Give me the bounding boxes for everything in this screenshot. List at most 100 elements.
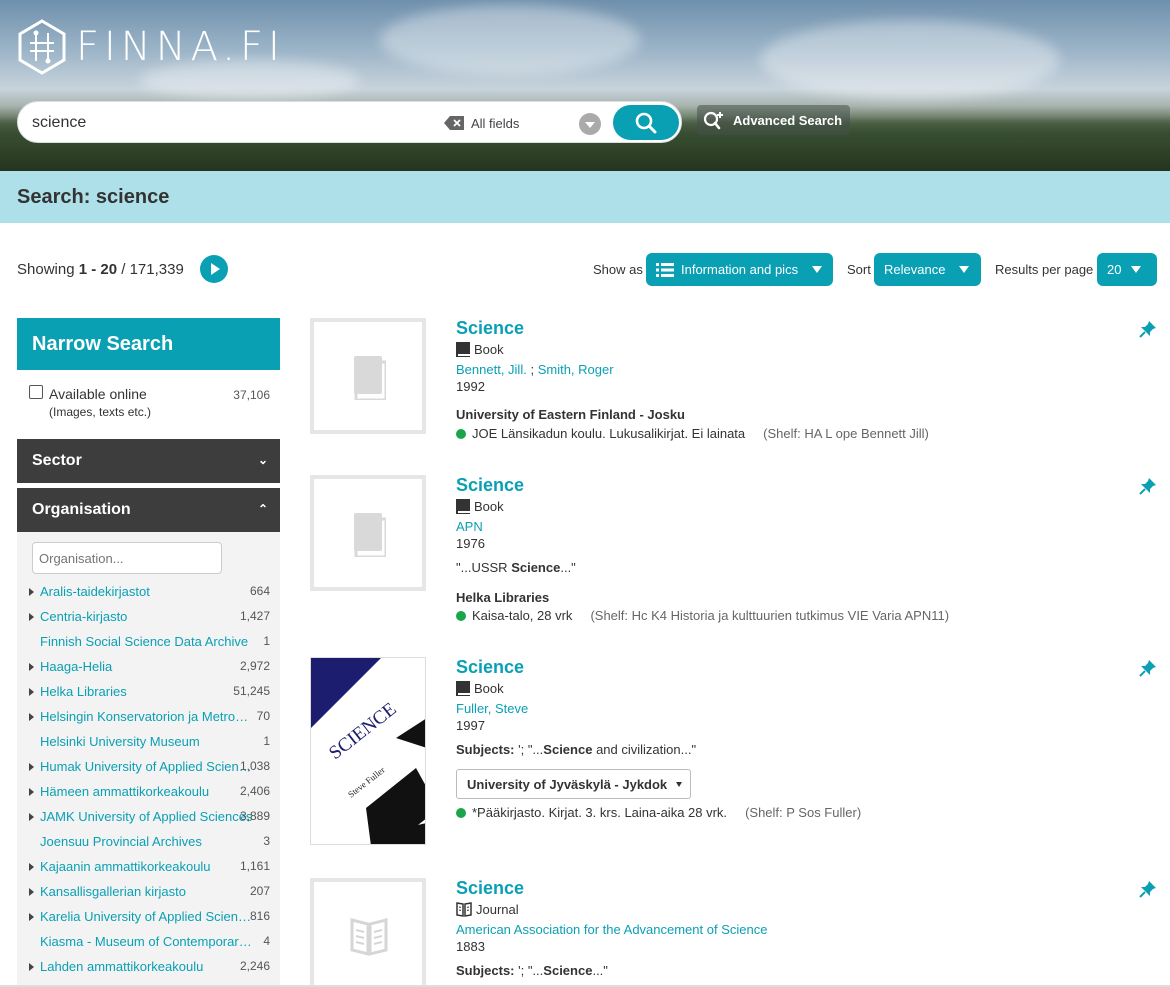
organisation-facet-item[interactable]: Kajaanin ammattikorkeakoulu 1,161 [17,859,280,884]
snippet-text: ..." [560,560,576,575]
organisation-facet-name[interactable]: Kiasma - Museum of Contemporary Art [40,934,254,949]
expand-arrow-icon[interactable] [29,863,34,871]
organisation-select[interactable]: University of Jyväskylä - Jykdok [456,769,691,799]
organisation-facet-item[interactable]: JAMK University of Applied Sciences 3,889 [17,809,280,834]
organisation-facet-name[interactable]: Helsingin Konservatorion ja Metropolia [40,709,254,724]
organisation-facet-name[interactable]: Joensuu Provincial Archives [40,834,254,849]
available-status-icon [456,429,466,439]
pin-icon[interactable] [1139,320,1157,338]
author-link[interactable]: Bennett, Jill. [456,362,527,377]
expand-arrow-icon[interactable] [29,813,34,821]
organisation-facet-name[interactable]: Humak University of Applied Sciences [40,759,254,774]
organisation-facet-name[interactable]: Hämeen ammattikorkeakoulu [40,784,254,799]
expand-arrow-icon[interactable] [29,788,34,796]
pin-icon[interactable] [1139,659,1157,677]
organisation-facet-item[interactable]: Helsinki University Museum 1 [17,734,280,759]
result-title[interactable]: Science [456,475,524,496]
result-year: 1992 [456,379,485,394]
organisation-facet-item[interactable]: Kiasma - Museum of Contemporary Art 4 [17,934,280,959]
snippet-highlight: Science [511,560,561,575]
search-box: All fields [17,101,682,143]
result-title[interactable]: Science [456,878,524,899]
organisation-facet-item[interactable]: Lahden ammattikorkeakoulu 2,246 [17,959,280,984]
organisation-facet-count: 664 [249,584,270,598]
organisation-facet-item[interactable]: Helsingin Konservatorion ja Metropolia 70 [17,709,280,734]
organisation-facet-name[interactable]: Haaga-Helia [40,659,254,674]
organisation-facet-name[interactable]: Helsinki University Museum [40,734,254,749]
organisation-facet-name[interactable]: Helka Libraries [40,684,254,699]
results-range: 1 - 20 [78,261,118,278]
result-location: *Pääkirjasto. Kirjat. 3. krs. Laina-aika… [456,805,861,820]
chevron-down-icon[interactable] [579,113,601,135]
organisation-facet-name[interactable]: JAMK University of Applied Sciences [40,809,254,824]
organisation-facet-item[interactable]: Haaga-Helia 2,972 [17,659,280,684]
expand-arrow-icon[interactable] [29,688,34,696]
organisation-facet-item[interactable]: Finnish Social Science Data Archive 1 [17,634,280,659]
organisation-facet-item[interactable]: Centria-kirjasto 1,427 [17,609,280,634]
book-icon [456,342,470,357]
expand-arrow-icon[interactable] [29,963,34,971]
per-page-label: Results per page [995,262,1094,277]
advanced-search-link[interactable]: Advanced Search [697,105,851,135]
book-placeholder-icon [354,513,386,557]
expand-arrow-icon[interactable] [29,613,34,621]
organisation-facet-name[interactable]: Aralis-taidekirjastot [40,584,254,599]
search-button[interactable] [613,105,679,140]
author-link[interactable]: Smith, Roger [538,362,614,377]
author-link[interactable]: APN [456,519,483,534]
organisation-facet-name[interactable]: Kajaanin ammattikorkeakoulu [40,859,254,874]
expand-arrow-icon[interactable] [29,663,34,671]
cover-author-text: Steve Fuller [346,765,387,800]
organisation-facet-count: 2,246 [239,959,270,973]
organisation-filter-input[interactable] [32,542,222,574]
organisation-facet-item[interactable]: Helka Libraries 51,245 [17,684,280,709]
organisation-facet-name[interactable]: Lahden ammattikorkeakoulu [40,959,254,974]
organisation-facet-item[interactable]: Hämeen ammattikorkeakoulu 2,406 [17,784,280,809]
facet-sector[interactable]: Sector ⌄ [17,439,280,483]
search-input[interactable] [32,111,432,135]
clear-search-icon[interactable] [444,116,464,130]
search-field-select[interactable]: All fields [471,116,519,131]
organisation-facet-item[interactable]: Kansallisgallerian kirjasto 207 [17,884,280,909]
result-format: Book [456,681,504,696]
result-format: Book [456,499,504,514]
pin-icon[interactable] [1139,477,1157,495]
result-thumbnail[interactable] [310,475,426,591]
author-link[interactable]: American Association for the Advancement… [456,922,767,937]
result-thumbnail[interactable] [310,318,426,434]
per-page-dropdown[interactable]: 20 [1097,253,1157,286]
result-title[interactable]: Science [456,318,524,339]
finna-logo-icon [18,19,66,75]
organisation-facet-name[interactable]: Karelia University of Applied Sciences [40,909,254,924]
organisation-facet-name[interactable]: Centria-kirjasto [40,609,254,624]
expand-arrow-icon[interactable] [29,713,34,721]
result-item: SCIENCE Steve Fuller Science Book Fuller… [310,657,1160,847]
sort-dropdown[interactable]: Relevance [874,253,981,286]
author-link[interactable]: Fuller, Steve [456,701,528,716]
available-online-checkbox[interactable] [29,385,43,399]
organisation-facet-count: 51,245 [233,684,270,698]
expand-arrow-icon[interactable] [29,888,34,896]
organisation-facet-name[interactable]: Kansallisgallerian kirjasto [40,884,254,899]
organisation-facet-name[interactable]: Finnish Social Science Data Archive [40,634,254,649]
organisation-facet-item[interactable]: Aralis-taidekirjastot 664 [17,584,280,609]
result-thumbnail[interactable] [310,878,426,987]
facet-organisation[interactable]: Organisation ⌃ [17,488,280,532]
finna-logo[interactable]: FINNA.FI [18,18,285,76]
snippet-text: ..." [592,963,608,978]
available-online-filter[interactable]: Available online (Images, texts etc.) 37… [17,370,280,430]
expand-arrow-icon[interactable] [29,588,34,596]
show-as-dropdown[interactable]: Information and pics [646,253,833,286]
organisation-facet-count: 70 [256,709,270,723]
book-cover-image[interactable]: SCIENCE Steve Fuller [310,657,426,845]
expand-arrow-icon[interactable] [29,763,34,771]
expand-arrow-icon[interactable] [29,913,34,921]
next-page-button[interactable] [200,255,228,283]
organisation-facet-item[interactable]: Joensuu Provincial Archives 3 [17,834,280,859]
organisation-facet-item[interactable]: Karelia University of Applied Sciences 81… [17,909,280,934]
results-total: 171,339 [129,261,184,278]
book-icon [456,499,470,514]
pin-icon[interactable] [1139,880,1157,898]
organisation-facet-item[interactable]: Humak University of Applied Sciences 1,03… [17,759,280,784]
result-title[interactable]: Science [456,657,524,678]
